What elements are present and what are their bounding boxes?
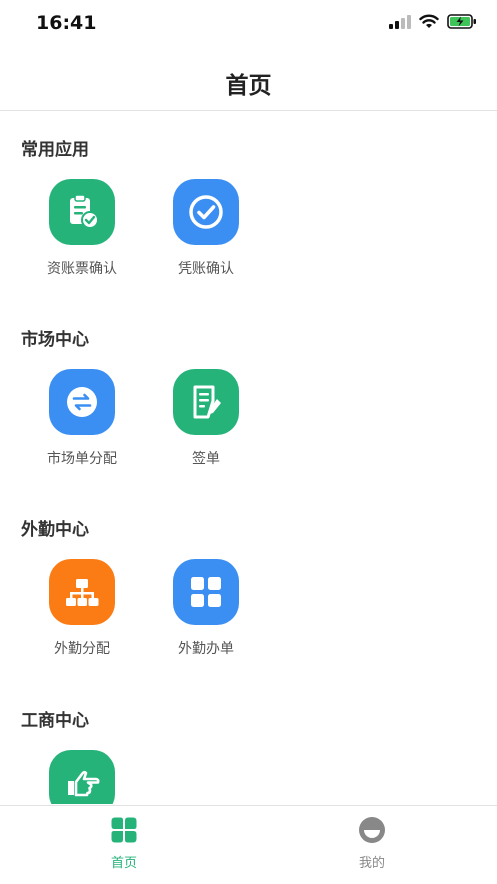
org-chart-icon bbox=[66, 579, 99, 606]
section-title-business-center: 工商中心 bbox=[21, 711, 89, 731]
app-icon-bg bbox=[49, 179, 115, 245]
grid-icon bbox=[191, 577, 221, 607]
app-sign-order[interactable]: 签单 bbox=[151, 369, 261, 468]
app-voucher-confirm[interactable]: 凭账确认 bbox=[151, 179, 261, 278]
pointing-hand-icon bbox=[68, 770, 100, 797]
app-label: 外勤办单 bbox=[178, 641, 234, 657]
tab-mine[interactable]: 我的 bbox=[248, 806, 496, 884]
status-icons bbox=[389, 14, 477, 29]
tab-mine-label: 我的 bbox=[358, 856, 385, 871]
status-bar: 16:41 bbox=[0, 0, 497, 48]
status-time: 16:41 bbox=[36, 12, 97, 34]
app-label: 外勤分配 bbox=[54, 641, 110, 657]
tab-bar: 首页 我的 bbox=[0, 805, 497, 884]
clover-icon bbox=[111, 817, 137, 843]
section-title-market-center: 市场中心 bbox=[21, 330, 89, 350]
tab-home-icon-wrap bbox=[110, 816, 138, 844]
app-field-handle[interactable]: 外勤办单 bbox=[151, 559, 261, 658]
app-icon-bg bbox=[49, 750, 115, 804]
section-title-field-center: 外勤中心 bbox=[21, 520, 89, 540]
app-icon-bg bbox=[173, 559, 239, 625]
app-market-order-assign[interactable]: 市场单分配 bbox=[27, 369, 137, 468]
app-label: 资账票确认 bbox=[47, 261, 117, 277]
section-title-common-apps: 常用应用 bbox=[21, 140, 89, 160]
app-field-assign[interactable]: 外勤分配 bbox=[27, 559, 137, 658]
page-title: 首页 bbox=[225, 73, 272, 99]
app-icon-bg bbox=[49, 559, 115, 625]
home-content[interactable]: 常用应用 资账票确认 凭账确认 市场中心 市场单分配 签单 外勤中心 外勤分配 … bbox=[0, 111, 497, 804]
app-fund-ticket-confirm[interactable]: 资账票确认 bbox=[27, 179, 137, 278]
nav-bar: 首页 bbox=[0, 52, 497, 111]
signal-icon bbox=[389, 14, 411, 29]
check-circle-icon bbox=[189, 195, 223, 229]
profile-icon bbox=[359, 817, 385, 843]
app-icon-bg bbox=[173, 179, 239, 245]
app-icon-bg bbox=[49, 369, 115, 435]
app-label: 签单 bbox=[192, 451, 220, 467]
tab-home[interactable]: 首页 bbox=[0, 806, 248, 884]
tab-home-label: 首页 bbox=[110, 856, 137, 871]
app-label: 凭账确认 bbox=[178, 261, 234, 277]
document-pen-icon bbox=[193, 385, 221, 419]
wifi-icon bbox=[419, 14, 439, 28]
clipboard-check-icon bbox=[70, 194, 99, 229]
app-label: 市场单分配 bbox=[47, 451, 117, 467]
app-business[interactable] bbox=[27, 750, 137, 804]
battery-charging-icon bbox=[447, 14, 476, 29]
tab-mine-icon-wrap bbox=[358, 816, 386, 844]
swap-arrows-icon bbox=[67, 387, 97, 417]
app-icon-bg bbox=[173, 369, 239, 435]
